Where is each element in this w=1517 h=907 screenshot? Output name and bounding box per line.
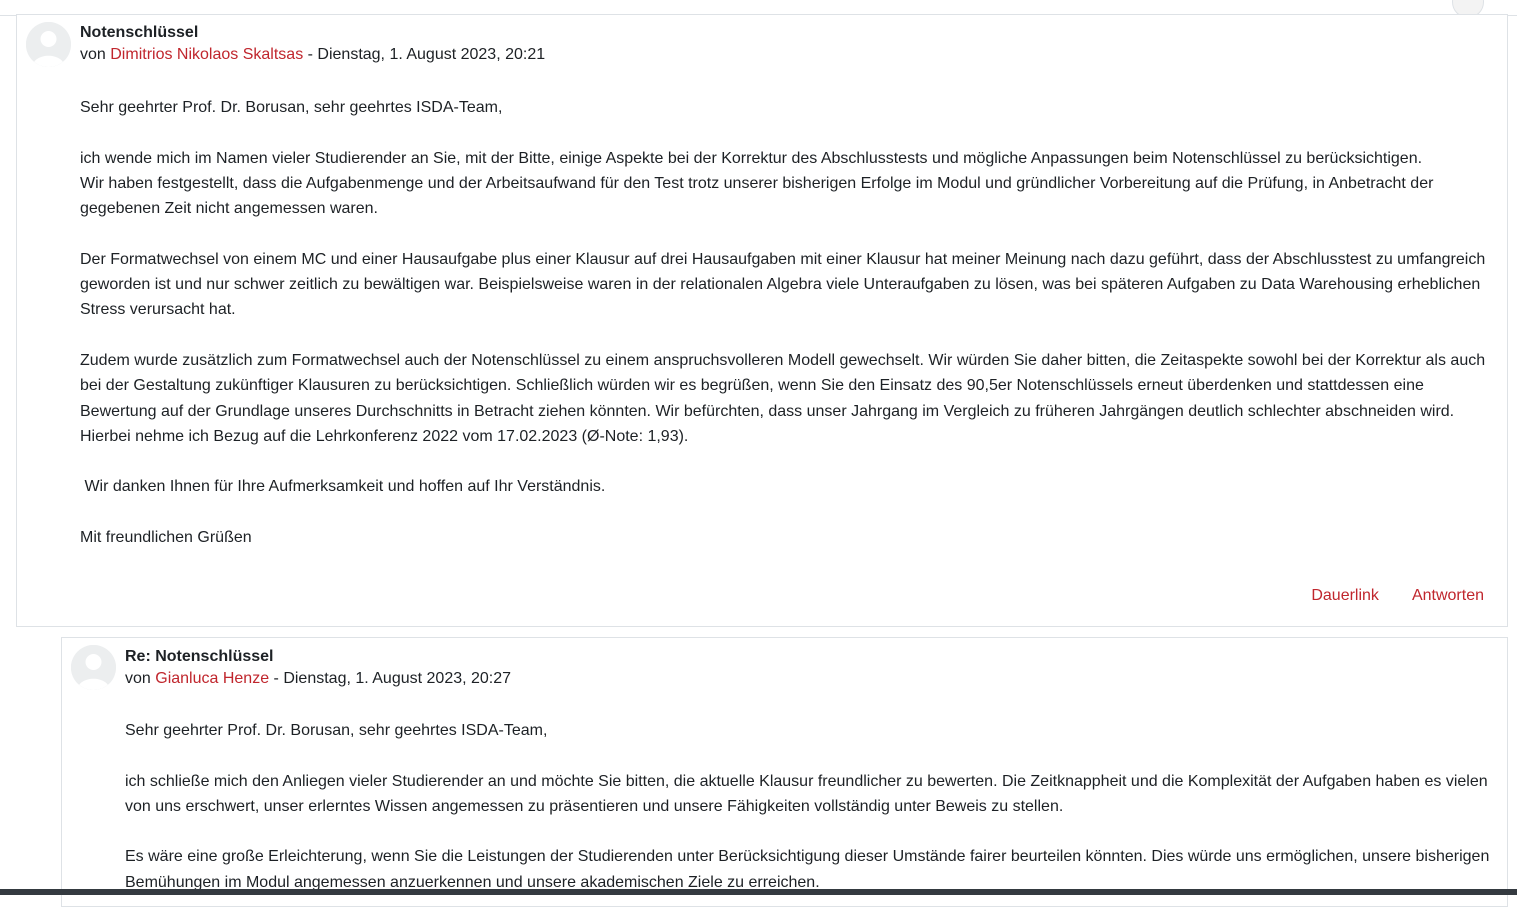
author-link[interactable]: Gianluca Henze [155,670,269,687]
paragraph-spacer [125,819,1495,844]
post-paragraph: ich schließe mich den Anliegen vieler St… [125,772,1488,815]
permalink-link[interactable]: Dauerlink [1311,587,1379,604]
post-date: Dienstag, 1. August 2023, 20:27 [283,670,512,687]
user-avatar-icon[interactable] [71,645,116,690]
bottom-scrollbar[interactable] [0,889,1517,895]
post-paragraph: Sehr geehrter Prof. Dr. Borusan, sehr ge… [125,722,548,739]
post-byline: von Gianluca Henze - Dienstag, 1. August… [125,668,511,690]
paragraph-spacer [80,221,1492,246]
post-subject: Re: Notenschlüssel [125,648,274,665]
paragraph-spacer [80,120,1492,145]
post-paragraph: Zudem wurde zusätzlich zum Formatwechsel… [80,351,1486,445]
paragraph-spacer [80,500,1492,525]
reply-link[interactable]: Antworten [1412,587,1484,604]
post-byline: von Dimitrios Nikolaos Skaltsas - Dienst… [80,44,545,66]
date-separator: - [303,46,318,63]
post-paragraph: ich wende mich im Namen vieler Studieren… [80,149,1423,167]
paragraph-spacer [125,743,1495,768]
byline-prefix: von [80,46,106,63]
byline-prefix: von [125,670,151,687]
forum-reply-post: Re: Notenschlüssel von Gianluca Henze - … [61,637,1508,907]
post-actions: Dauerlink Antworten [1311,585,1484,607]
paragraph-spacer [80,323,1492,348]
post-subject: Notenschlüssel [80,24,199,41]
forum-post: Notenschlüssel von Dimitrios Nikolaos Sk… [16,14,1508,627]
post-paragraph: Der Formatwechsel von einem MC und einer… [80,250,1486,319]
post-content: Sehr geehrter Prof. Dr. Borusan, sehr ge… [80,95,1492,550]
user-avatar-icon[interactable] [26,22,71,67]
paragraph-spacer [80,449,1492,474]
post-paragraph: Wir haben festgestellt, dass die Aufgabe… [80,174,1434,218]
post-date: Dienstag, 1. August 2023, 20:21 [317,46,546,63]
post-content: Sehr geehrter Prof. Dr. Borusan, sehr ge… [125,718,1495,895]
post-paragraph: Mit freundlichen Grüßen [80,529,252,547]
author-link[interactable]: Dimitrios Nikolaos Skaltsas [110,46,303,63]
date-separator: - [269,670,284,687]
post-paragraph: Wir danken Ihnen für Ihre Aufmerksamkeit… [80,478,606,496]
post-paragraph: Es wäre eine große Erleichterung, wenn S… [125,848,1490,891]
post-paragraph: Sehr geehrter Prof. Dr. Borusan, sehr ge… [80,99,503,116]
